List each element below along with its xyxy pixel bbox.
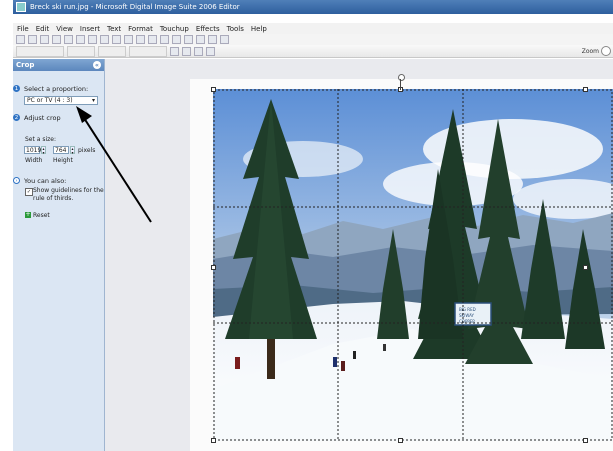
proportion-dropdown[interactable]: PC or TV (4 : 3) ▾ bbox=[24, 96, 98, 105]
width-caption: Width bbox=[25, 157, 43, 164]
menu-effects[interactable]: Effects bbox=[196, 25, 220, 33]
disabled-tool-icon[interactable] bbox=[194, 46, 203, 56]
menu-view[interactable]: View bbox=[56, 25, 73, 33]
chevron-right-icon[interactable]: › bbox=[13, 177, 20, 184]
step-1-label: Select a proportion: bbox=[24, 85, 89, 93]
zoom-label: Zoom bbox=[581, 47, 599, 55]
flip-icon[interactable] bbox=[184, 35, 193, 44]
photo[interactable]: BIG RED SKIWAY COPPER bbox=[213, 89, 613, 441]
crop-handle-top-left[interactable] bbox=[211, 87, 216, 92]
crop-handle-right[interactable] bbox=[583, 265, 588, 270]
units-label: pixels bbox=[78, 147, 96, 154]
undo-icon[interactable] bbox=[76, 35, 85, 44]
chevron-down-icon: ▾ bbox=[91, 97, 95, 104]
close-pane-icon[interactable]: « bbox=[93, 61, 101, 69]
help-icon[interactable] bbox=[220, 35, 229, 44]
disabled-tool-icon[interactable] bbox=[206, 46, 215, 56]
height-caption: Height bbox=[53, 157, 73, 164]
menu-edit[interactable]: Edit bbox=[36, 25, 50, 33]
text-icon[interactable] bbox=[136, 35, 145, 44]
width-input[interactable]: 1019 bbox=[24, 146, 41, 154]
resize-icon[interactable] bbox=[208, 35, 217, 44]
menu-bar: File Edit View Insert Text Format Touchu… bbox=[13, 23, 613, 34]
cut-icon[interactable] bbox=[100, 35, 109, 44]
title-bar: Breck ski run.jpg - Microsoft Digital Im… bbox=[13, 0, 613, 14]
rotate-right-icon[interactable] bbox=[172, 35, 181, 44]
height-input[interactable]: 764 bbox=[53, 146, 69, 154]
app-icon bbox=[16, 2, 26, 12]
zoom-out-icon[interactable] bbox=[601, 46, 611, 56]
crop-guides[interactable] bbox=[213, 89, 613, 441]
crop-tool-icon[interactable] bbox=[196, 35, 205, 44]
height-spinner[interactable]: ▴ ▾ bbox=[70, 146, 75, 155]
you-can-also-label: You can also: bbox=[24, 177, 67, 185]
menu-help[interactable]: Help bbox=[251, 25, 267, 33]
task-pane-header: Crop « bbox=[13, 59, 104, 71]
reset-icon[interactable]: + bbox=[25, 212, 31, 218]
reset-link[interactable]: Reset bbox=[33, 212, 50, 219]
guidelines-checkbox[interactable]: ✓ bbox=[25, 188, 33, 196]
disabled-tool-button[interactable] bbox=[98, 45, 126, 57]
crop-handle-bottom-left[interactable] bbox=[211, 438, 216, 443]
paste-icon[interactable] bbox=[124, 35, 133, 44]
new-icon[interactable] bbox=[16, 35, 25, 44]
zoom-control: Zoom bbox=[582, 46, 611, 56]
rotate-left-icon[interactable] bbox=[160, 35, 169, 44]
menu-insert[interactable]: Insert bbox=[80, 25, 100, 33]
email-icon[interactable] bbox=[64, 35, 73, 44]
step-2-number: 2 bbox=[13, 114, 20, 121]
formatting-toolbar: Zoom bbox=[13, 45, 613, 58]
redo-icon[interactable] bbox=[88, 35, 97, 44]
disabled-tool-button[interactable] bbox=[16, 45, 64, 57]
open-icon[interactable] bbox=[28, 35, 37, 44]
disabled-tool-icon[interactable] bbox=[182, 46, 191, 56]
crop-handle-bottom-right[interactable] bbox=[583, 438, 588, 443]
menu-text[interactable]: Text bbox=[107, 25, 121, 33]
crop-handle-left[interactable] bbox=[211, 265, 216, 270]
standard-toolbar bbox=[13, 34, 613, 45]
disabled-tool-button[interactable] bbox=[67, 45, 95, 57]
rotate-handle-stem bbox=[400, 79, 401, 90]
crop-handle-bottom[interactable] bbox=[398, 438, 403, 443]
menu-touchup[interactable]: Touchup bbox=[160, 25, 189, 33]
step-2-label: Adjust crop bbox=[24, 114, 61, 122]
copy-icon[interactable] bbox=[112, 35, 121, 44]
print-icon[interactable] bbox=[52, 35, 61, 44]
disabled-tool-button[interactable] bbox=[129, 45, 167, 57]
guidelines-label-line1: Show guidelines for the bbox=[33, 187, 104, 194]
shape-icon[interactable] bbox=[148, 35, 157, 44]
menu-file[interactable]: File bbox=[17, 25, 29, 33]
crop-handle-top-right[interactable] bbox=[583, 87, 588, 92]
guidelines-label-line2: rule of thirds. bbox=[33, 195, 74, 202]
set-size-label: Set a size: bbox=[25, 136, 56, 143]
proportion-value: PC or TV (4 : 3) bbox=[27, 97, 73, 104]
menu-format[interactable]: Format bbox=[128, 25, 153, 33]
menu-tools[interactable]: Tools bbox=[227, 25, 244, 33]
window-title: Breck ski run.jpg - Microsoft Digital Im… bbox=[30, 3, 240, 11]
save-icon[interactable] bbox=[40, 35, 49, 44]
step-1-number: 1 bbox=[13, 85, 20, 92]
task-pane-title: Crop bbox=[16, 61, 35, 69]
width-spinner[interactable]: ▴ ▾ bbox=[41, 146, 46, 155]
disabled-tool-icon[interactable] bbox=[170, 46, 179, 56]
